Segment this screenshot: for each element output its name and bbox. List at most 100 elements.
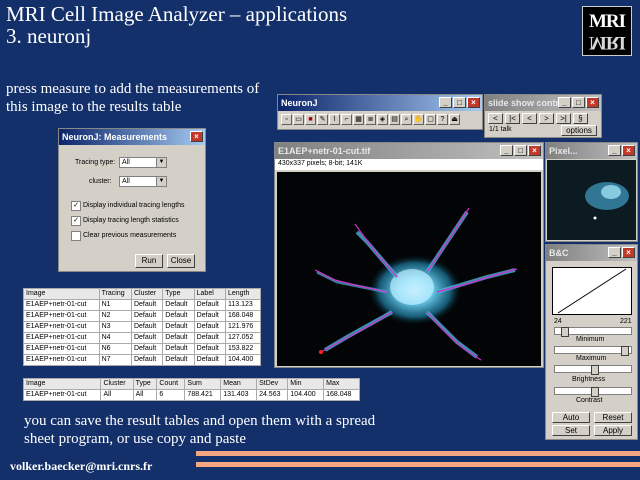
measure-icon[interactable]: ▦ <box>353 114 364 125</box>
minimize-icon[interactable]: _ <box>558 97 571 108</box>
results-header: Length <box>224 288 262 300</box>
close-icon[interactable]: × <box>622 145 635 156</box>
table-cell: N1 <box>98 299 132 311</box>
table-cell: 6 <box>156 389 186 401</box>
first-slide-button[interactable]: < <box>488 113 503 124</box>
table-cell: Default <box>193 343 226 355</box>
close-icon[interactable]: × <box>190 131 203 142</box>
results-table: Image Tracing Cluster Type Label Length E1AEP… <box>23 288 262 366</box>
apply-button[interactable]: Apply <box>594 425 632 436</box>
parameters-icon[interactable]: ≣ <box>365 114 376 125</box>
pixel-window-titlebar[interactable]: Pixel... _ × <box>546 143 637 159</box>
image-window-titlebar[interactable]: E1AEP+netr-01-cut.tif _ □ × <box>275 143 543 159</box>
individual-lengths-checkbox[interactable]: ✓ <box>71 201 81 211</box>
tracing-type-select[interactable]: All ▼ <box>119 157 167 168</box>
stats-header: Cluster <box>100 378 134 390</box>
contrast-slider[interactable] <box>554 387 632 397</box>
auto-button[interactable]: Auto <box>552 412 590 423</box>
results-header: Cluster <box>130 288 164 300</box>
add-tracing-icon[interactable]: ✎ <box>317 114 328 125</box>
previous-button[interactable]: < <box>522 113 537 124</box>
minimize-icon[interactable]: _ <box>439 97 452 108</box>
end-button[interactable]: >| <box>556 113 571 124</box>
table-cell: N7 <box>98 354 132 366</box>
run-button[interactable]: Run <box>135 254 163 268</box>
cluster-value: All <box>122 178 130 185</box>
bc-title: B&C <box>549 248 569 258</box>
pixel-window-title: Pixel... <box>549 146 578 156</box>
image-window-title: E1AEP+netr-01-cut.tif <box>278 146 371 156</box>
save-icon[interactable]: ■ <box>305 114 316 125</box>
measurements-dialog: NeuronJ: Measurements × Tracing type: Al… <box>58 128 206 272</box>
close-icon[interactable]: × <box>622 247 635 258</box>
neuronj-titlebar[interactable]: NeuronJ _ □ × <box>278 95 482 111</box>
table-cell: N4 <box>98 332 132 344</box>
table-cell: 24.563 <box>256 389 289 401</box>
stats-header: Count <box>156 378 186 390</box>
minimize-icon[interactable]: _ <box>608 145 621 156</box>
individual-lengths-label: Display individual tracing lengths <box>83 202 185 209</box>
help-icon[interactable]: ? <box>437 114 448 125</box>
new-icon[interactable]: ▫ <box>281 114 292 125</box>
close-icon[interactable]: × <box>467 97 480 108</box>
bc-titlebar[interactable]: B&C _ × <box>546 245 637 261</box>
delete-tracing-icon[interactable]: ⌇ <box>329 114 340 125</box>
close-button[interactable]: Close <box>167 254 195 268</box>
table-row: E1AEP+netr-01-cut N2 Default Default Default… <box>23 310 262 322</box>
options-button[interactable]: options <box>561 125 597 136</box>
mri-logo: MRI MRI <box>582 6 632 56</box>
table-cell: E1AEP+netr-01-cut <box>22 389 102 401</box>
clear-previous-checkbox[interactable] <box>71 231 81 241</box>
hand-icon[interactable]: ✋ <box>413 114 424 125</box>
export-icon[interactable]: ▤ <box>389 114 400 125</box>
cluster-select[interactable]: All ▼ <box>119 176 167 187</box>
stats-header: Min <box>287 378 325 390</box>
cluster-label: cluster: <box>89 178 112 185</box>
table-cell: Default <box>162 321 195 333</box>
brightness-label: Brightness <box>572 376 606 383</box>
maximize-icon[interactable]: □ <box>453 97 466 108</box>
minimum-slider[interactable] <box>554 327 632 337</box>
table-cell: 153.822 <box>224 343 262 355</box>
zoom-icon[interactable]: ⌕ <box>401 114 412 125</box>
next-button[interactable]: > <box>539 113 554 124</box>
table-cell: 168.048 <box>224 310 262 322</box>
stats-header: Sum <box>184 378 222 390</box>
maximize-icon[interactable]: □ <box>572 97 585 108</box>
stats-header: Mean <box>220 378 258 390</box>
slideshow-titlebar[interactable]: slide show control _ □ × <box>485 95 601 111</box>
minimize-icon[interactable]: _ <box>500 145 513 156</box>
stats-header: Max <box>323 378 360 390</box>
snapshot-icon[interactable]: ▢ <box>425 114 436 125</box>
minimize-icon[interactable]: _ <box>608 247 621 258</box>
close-icon[interactable]: × <box>528 145 541 156</box>
maximum-slider[interactable] <box>554 346 632 356</box>
label-icon[interactable]: ◈ <box>377 114 388 125</box>
image-info: 430x337 pixels; 8-bit; 141K <box>275 159 543 170</box>
brightness-slider[interactable] <box>554 365 632 375</box>
move-tracing-icon[interactable]: ⌐ <box>341 114 352 125</box>
set-button[interactable]: Set <box>552 425 590 436</box>
table-cell: Default <box>193 332 226 344</box>
quit-icon[interactable]: ⏏ <box>449 114 460 125</box>
neuron-image-canvas[interactable] <box>277 172 541 366</box>
reset-button[interactable]: Reset <box>594 412 632 423</box>
tracing-type-label: Tracing type: <box>75 159 116 166</box>
length-statistics-checkbox[interactable]: ✓ <box>71 216 81 226</box>
measurements-dialog-titlebar[interactable]: NeuronJ: Measurements × <box>59 129 205 145</box>
start-button[interactable]: |< <box>505 113 520 124</box>
maximize-icon[interactable]: □ <box>514 145 527 156</box>
results-header: Tracing <box>98 288 132 300</box>
measurements-dialog-title: NeuronJ: Measurements <box>62 132 168 142</box>
table-cell: Default <box>130 354 164 366</box>
goto-button[interactable]: § <box>573 113 588 124</box>
open-icon[interactable]: ▭ <box>293 114 304 125</box>
table-cell: Default <box>193 299 226 311</box>
instruction-text: press measure to add the measurements of… <box>6 81 260 115</box>
tracing-endpoint-marker <box>319 350 323 354</box>
slide-subtitle: 3. neuronj <box>6 24 92 48</box>
minimum-label: Minimum <box>576 336 605 343</box>
clear-previous-label: Clear previous measurements <box>83 232 177 239</box>
tracing-type-value: All <box>122 159 130 166</box>
close-icon[interactable]: × <box>586 97 599 108</box>
